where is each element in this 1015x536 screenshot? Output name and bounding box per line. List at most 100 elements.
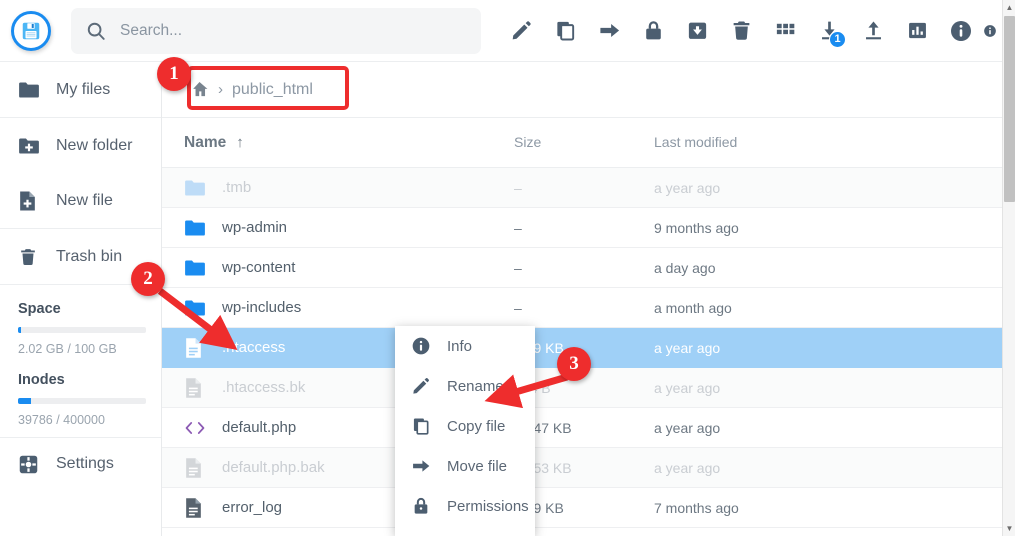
info-circle-icon xyxy=(411,336,433,356)
column-header-size[interactable]: Size xyxy=(514,134,654,152)
context-menu-item-label: Rename xyxy=(447,377,504,395)
archive-button[interactable] xyxy=(675,8,719,54)
sidebar-item-new-folder[interactable]: New folder xyxy=(0,118,161,173)
info-button[interactable] xyxy=(939,8,983,54)
inodes-meter: Inodes 39786 / 400000 xyxy=(0,366,161,437)
file-name-label: wp-includes xyxy=(222,299,302,316)
search-input[interactable] xyxy=(120,21,467,40)
folder-icon xyxy=(18,81,42,99)
file-name-label: default.php xyxy=(222,419,297,436)
code-icon xyxy=(184,416,206,440)
search-icon xyxy=(85,20,107,42)
table-row[interactable]: default.php.bak 10.53 KB a year ago xyxy=(162,448,1003,488)
table-row[interactable]: wp-includes – a month ago xyxy=(162,288,1003,328)
scroll-up-arrow-icon[interactable]: ▲ xyxy=(1003,1,1015,14)
annotation-marker-1-label: 1 xyxy=(169,63,179,84)
context-menu-item-copy-file[interactable]: Copy file xyxy=(395,406,535,446)
annotation-marker-3-label: 3 xyxy=(569,353,579,374)
inodes-meter-text: 39786 / 400000 xyxy=(18,413,105,427)
file-size-cell: – xyxy=(514,219,522,236)
column-header-name[interactable]: Name ↑ xyxy=(162,134,514,152)
sidebar-item-settings[interactable]: Settings xyxy=(0,438,161,490)
context-menu-item-label: Copy file xyxy=(447,417,506,435)
file-modified-cell: a year ago xyxy=(654,379,721,396)
sidebar-item-label: New folder xyxy=(56,136,133,154)
scrollbar-thumb[interactable] xyxy=(1004,16,1015,202)
sort-ascending-icon: ↑ xyxy=(236,134,244,151)
table-row[interactable]: .tmb – a year ago xyxy=(162,168,1003,208)
save-disk-logo-icon xyxy=(11,10,51,51)
file-name-cell: wp-admin xyxy=(162,216,514,240)
file-name-label: error_log xyxy=(222,499,283,516)
context-menu-item-permissions[interactable]: Permissions xyxy=(395,486,535,526)
sidebar-group-create: New folder New file xyxy=(0,118,161,229)
file-modified-cell: a year ago xyxy=(654,179,721,196)
context-menu-item-info[interactable]: Info xyxy=(395,326,535,366)
context-menu-item-label: Permissions xyxy=(447,497,529,515)
file-modified-cell: 7 months ago xyxy=(654,499,739,516)
file-icon xyxy=(184,336,206,360)
breadcrumb-current[interactable]: public_html xyxy=(232,81,313,99)
move-button[interactable] xyxy=(587,8,631,54)
copy-icon xyxy=(411,416,433,436)
sidebar-group-files: My files xyxy=(0,62,161,118)
folder-icon xyxy=(184,216,206,240)
space-meter-text: 2.02 GB / 100 GB xyxy=(18,342,117,356)
inodes-meter-title: Inodes xyxy=(18,372,65,388)
annotation-marker-2: 2 xyxy=(131,262,165,296)
file-name-label: wp-content xyxy=(222,259,296,276)
file-modified-cell: a year ago xyxy=(654,419,721,436)
file-plus-icon xyxy=(18,190,42,212)
toolbar-actions: 1 xyxy=(499,8,997,54)
file-name-label: wp-admin xyxy=(222,219,288,236)
column-header-name-label: Name xyxy=(184,133,227,151)
folder-icon xyxy=(184,176,206,200)
space-meter: Space 2.02 GB / 100 GB xyxy=(0,285,161,366)
breadcrumb-separator: › xyxy=(218,81,223,98)
context-menu-item-label: Info xyxy=(447,337,473,355)
annotation-marker-3: 3 xyxy=(557,347,591,381)
trash-icon xyxy=(18,246,42,268)
table-row[interactable]: wp-admin – 9 months ago xyxy=(162,208,1003,248)
file-icon xyxy=(184,456,206,480)
search-box[interactable] xyxy=(71,7,481,54)
file-modified-cell: a day ago xyxy=(654,259,716,276)
home-icon[interactable] xyxy=(190,80,209,99)
permissions-button[interactable] xyxy=(631,8,675,54)
table-row[interactable]: wp-content – a day ago xyxy=(162,248,1003,288)
table-row[interactable]: default.php 10.47 KB a year ago xyxy=(162,408,1003,448)
file-name-label: .htaccess xyxy=(222,339,286,356)
space-meter-title: Space xyxy=(18,301,61,317)
file-size-cell: 10.53 KB xyxy=(514,459,572,476)
app-logo[interactable] xyxy=(0,0,62,62)
apps-button[interactable] xyxy=(763,8,807,54)
table-row[interactable]: error_log.20220109 1.04 MB a year ago xyxy=(162,528,1003,536)
table-row[interactable]: error_log 1.89 KB 7 months ago xyxy=(162,488,1003,528)
copy-button[interactable] xyxy=(543,8,587,54)
context-menu-item-rename[interactable]: Rename xyxy=(395,366,535,406)
file-manager-window: 1 xyxy=(0,0,1015,536)
sidebar-item-label: New file xyxy=(56,191,113,209)
upload-button[interactable] xyxy=(851,8,895,54)
sidebar-item-new-file[interactable]: New file xyxy=(0,173,161,228)
window-scrollbar[interactable]: ▲ ▼ xyxy=(1002,0,1015,536)
annotation-marker-2-label: 2 xyxy=(143,268,153,289)
sidebar-item-label: Settings xyxy=(56,455,114,472)
column-header-modified[interactable]: Last modified xyxy=(654,134,854,152)
column-header-modified-label: Last modified xyxy=(654,133,738,150)
top-toolbar: 1 xyxy=(0,0,1003,62)
edit-button[interactable] xyxy=(499,8,543,54)
statistics-button[interactable] xyxy=(895,8,939,54)
context-menu-item-move-file[interactable]: Move file xyxy=(395,446,535,486)
file-name-label: default.php.bak xyxy=(222,459,325,476)
download-button[interactable]: 1 xyxy=(807,8,851,54)
folder-plus-icon xyxy=(18,137,42,155)
delete-button[interactable] xyxy=(719,8,763,54)
scroll-down-arrow-icon[interactable]: ▼ xyxy=(1003,522,1015,535)
overflow-info-icon[interactable] xyxy=(983,8,997,54)
folder-icon xyxy=(184,296,206,320)
context-menu: Info Rename Copy file Move file Permissi… xyxy=(395,326,535,536)
folder-icon xyxy=(184,256,206,280)
sidebar-item-my-files[interactable]: My files xyxy=(0,62,161,117)
space-meter-bar xyxy=(18,327,146,333)
